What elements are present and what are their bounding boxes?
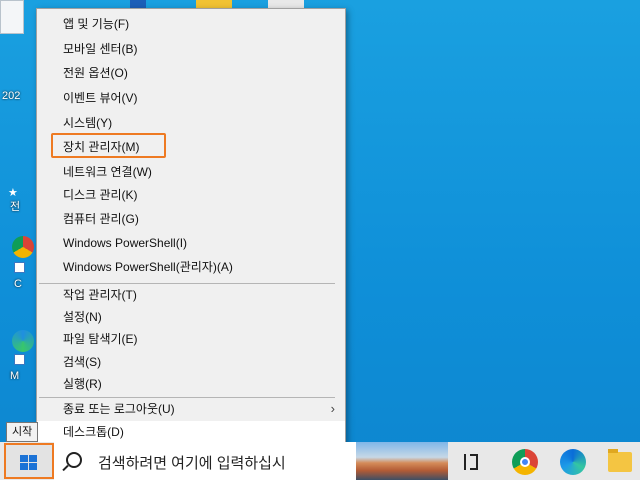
menu-item-shutdown-signout[interactable]: 종료 또는 로그아웃(U) › — [37, 398, 345, 420]
desktop-icon-fragment — [130, 0, 146, 8]
edge-taskbar-icon[interactable] — [560, 449, 586, 475]
start-button[interactable] — [4, 443, 54, 479]
chevron-right-icon: › — [330, 401, 335, 416]
shortcut-arrow-icon — [14, 354, 25, 365]
menu-item-power-options[interactable]: 전원 옵션(O) — [37, 62, 345, 84]
menu-item-powershell-admin[interactable]: Windows PowerShell(관리자)(A) — [37, 256, 345, 278]
menu-item-powershell[interactable]: Windows PowerShell(I) — [37, 232, 345, 254]
taskbar-search-box[interactable]: 검색하려면 여기에 입력하십시 — [54, 442, 356, 480]
document-icon[interactable] — [0, 0, 24, 34]
start-tooltip: 시작 — [6, 422, 39, 442]
chrome-taskbar-icon[interactable] — [512, 449, 538, 475]
menu-item-label: 종료 또는 로그아웃(U) — [63, 402, 175, 416]
edge-desktop-icon[interactable] — [12, 330, 34, 352]
chrome-desktop-icon[interactable] — [12, 236, 34, 258]
menu-item-computer-management[interactable]: 컴퓨터 관리(G) — [37, 208, 345, 230]
menu-item-network-connections[interactable]: 네트워크 연결(W) — [37, 161, 345, 183]
menu-item-desktop[interactable]: 데스크톱(D) — [37, 421, 345, 443]
windows-logo-icon — [20, 455, 38, 471]
menu-item-system[interactable]: 시스템(Y) — [37, 112, 345, 134]
menu-item-settings[interactable]: 설정(N) — [37, 306, 345, 328]
search-highlight-image[interactable] — [356, 442, 448, 480]
menu-item-mobility-center[interactable]: 모바일 센터(B) — [37, 38, 345, 60]
file-explorer-taskbar-icon[interactable] — [608, 449, 632, 472]
device-manager-highlight — [51, 133, 166, 158]
search-icon — [66, 452, 82, 468]
menu-item-file-explorer[interactable]: 파일 탐색기(E) — [37, 328, 345, 350]
shortcut-arrow-icon — [14, 262, 25, 273]
menu-item-disk-management[interactable]: 디스크 관리(K) — [37, 184, 345, 206]
desktop-icon-label: M — [10, 370, 20, 382]
desktop-icon-fragment — [196, 0, 232, 8]
desktop-icon-label: C — [14, 278, 22, 290]
menu-item-task-manager[interactable]: 작업 관리자(T) — [37, 284, 345, 306]
menu-item-apps-features[interactable]: 앱 및 기능(F) — [37, 13, 345, 35]
search-placeholder: 검색하려면 여기에 입력하십시 — [98, 455, 286, 472]
task-view-icon[interactable] — [458, 449, 484, 475]
desktop-icon-label: 전 — [10, 201, 21, 213]
desktop-icon-label: 202 — [2, 90, 21, 102]
menu-item-search[interactable]: 검색(S) — [37, 351, 345, 373]
winx-context-menu: 앱 및 기능(F) 모바일 센터(B) 전원 옵션(O) 이벤트 뷰어(V) 시… — [36, 8, 346, 446]
menu-item-event-viewer[interactable]: 이벤트 뷰어(V) — [37, 87, 345, 109]
menu-item-run[interactable]: 실행(R) — [37, 373, 345, 395]
